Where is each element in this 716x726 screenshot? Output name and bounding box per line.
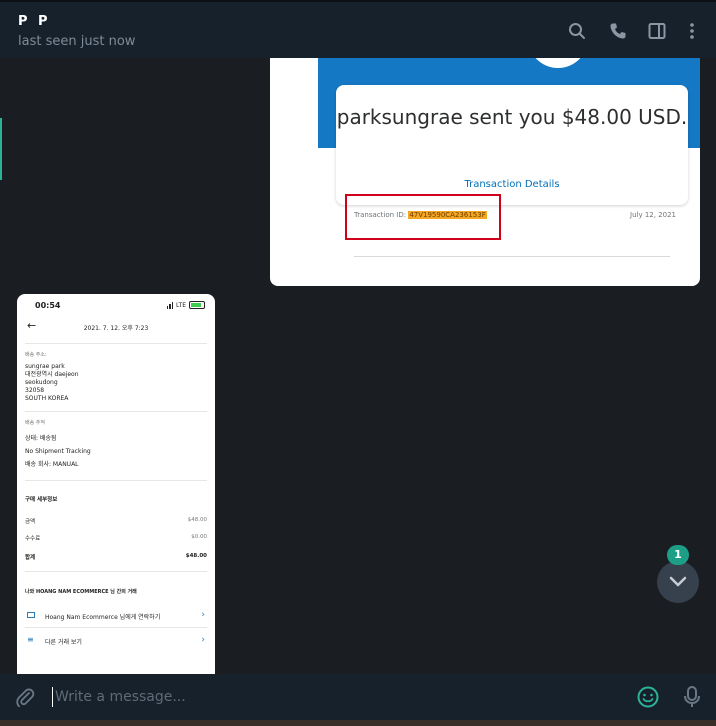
other-transactions-link: ≡ 다른 거래 보기 › — [25, 635, 207, 648]
window-bottom-edge — [0, 720, 716, 726]
signal-icon — [166, 301, 174, 309]
list-icon: ≡ — [27, 635, 34, 644]
fee-label: 수수료 — [25, 536, 41, 542]
highlight-box — [345, 194, 501, 240]
tracking-line: 배송 회사: MANUAL — [25, 461, 79, 468]
paperclip-icon[interactable] — [14, 687, 36, 709]
amount-row: 금액 $48.00 — [25, 517, 207, 525]
mail-icon — [27, 612, 35, 618]
network-label: LTE — [176, 301, 186, 309]
divider — [25, 411, 207, 412]
chat-header: P P last seen just now — [0, 0, 716, 58]
contact-seller-link: Hoang Nam Ecommerce 님에게 연락하기 › — [25, 610, 207, 623]
chat-area[interactable]: parksungrae sent you $48.00 USD. Transac… — [0, 58, 716, 674]
receipt-card: parksungrae sent you $48.00 USD. Transac… — [336, 85, 688, 205]
unread-marker — [0, 118, 2, 180]
microphone-icon[interactable] — [682, 685, 702, 709]
tracking-label: 배송 추적 — [25, 420, 45, 426]
address-line: SOUTH KOREA — [25, 395, 69, 402]
amount-value: $48.00 — [187, 517, 207, 523]
phone-datetime: 2021. 7. 12. 오후 7:23 — [83, 325, 149, 332]
transaction-date: July 12, 2021 — [630, 211, 676, 219]
receipt-logo-circle — [528, 58, 588, 68]
phone-status-bar: LTE — [166, 301, 205, 309]
divider — [354, 256, 670, 257]
transaction-with-label: 나와 HOANG NAM ECOMMERCE 님 간의 거래 — [25, 589, 137, 595]
purchase-details-label: 구매 세부정보 — [25, 497, 58, 503]
other-transactions-label: 다른 거래 보기 — [45, 639, 82, 646]
address-line: seokudong — [25, 379, 58, 386]
message-composer — [0, 674, 716, 720]
search-icon[interactable] — [568, 22, 586, 40]
divider — [25, 627, 207, 628]
address-line: 32058 — [25, 387, 45, 394]
divider — [25, 571, 207, 572]
address-line: sungrae park — [25, 363, 65, 370]
phone-screenshot-message[interactable]: 00:54 LTE ← 2021. 7. 12. 오후 7:23 배송 주소: … — [17, 294, 215, 674]
more-vertical-icon[interactable] — [683, 22, 701, 40]
contact-seller-label: Hoang Nam Ecommerce 님에게 연락하기 — [45, 614, 161, 621]
chevron-right-icon: › — [201, 635, 205, 645]
emoji-icon[interactable] — [637, 686, 659, 708]
chevron-down-icon — [669, 576, 687, 587]
unread-count-badge: 1 — [667, 545, 689, 565]
divider — [25, 480, 207, 481]
amount-label: 금액 — [25, 519, 36, 525]
message-input[interactable] — [52, 687, 615, 707]
phone-icon[interactable] — [609, 22, 627, 40]
fee-value: $0.00 — [191, 534, 207, 540]
battery-icon — [189, 301, 205, 309]
sidebar-toggle-icon[interactable] — [648, 22, 666, 40]
fee-row: 수수료 $0.00 — [25, 534, 207, 542]
chat-title[interactable]: P P — [18, 14, 51, 29]
phone-time: 00:54 — [35, 301, 61, 310]
last-seen-status: last seen just now — [18, 34, 136, 49]
chevron-right-icon: › — [201, 610, 205, 620]
transaction-details-link: Transaction Details — [464, 179, 560, 190]
total-row: 합계 $48.00 — [25, 553, 207, 561]
address-line: 대전광역시 daejeon — [25, 371, 79, 378]
tracking-line: No Shipment Tracking — [25, 448, 91, 455]
tracking-line: 상태: 배송됨 — [25, 435, 57, 442]
total-value: $48.00 — [185, 553, 207, 559]
receipt-image-message[interactable]: parksungrae sent you $48.00 USD. Transac… — [270, 58, 700, 286]
divider — [25, 343, 207, 344]
shipping-address-label: 배송 주소: — [25, 352, 47, 358]
payment-sent-text: parksungrae sent you $48.00 USD. — [336, 105, 688, 129]
scroll-to-bottom-button[interactable] — [657, 561, 699, 603]
total-label: 합계 — [25, 555, 36, 561]
